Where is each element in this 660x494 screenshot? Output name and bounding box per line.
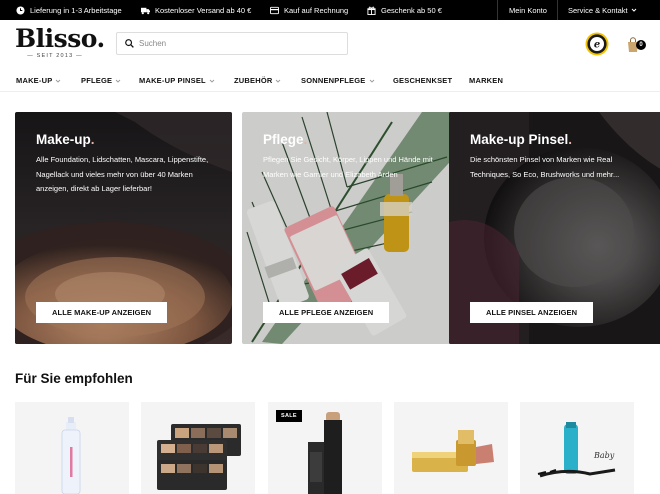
category-description: Alle Foundation, Lidschatten, Mascara, L…: [36, 155, 209, 193]
product-card[interactable]: [141, 402, 255, 494]
nav-item-label: SONNENPFLEGE: [301, 76, 366, 85]
mascara-image: Baby: [537, 422, 616, 478]
category-card-make-up[interactable]: Make-up. Alle Foundation, Lidschatten, M…: [15, 112, 232, 344]
chevron-down-icon: [631, 8, 636, 12]
recommended-heading: Für Sie empfohlen: [15, 371, 133, 386]
truck-icon: [141, 7, 150, 14]
search-input[interactable]: [139, 36, 339, 51]
category-title: Make-up.: [36, 132, 95, 147]
category-title: Make-up Pinsel.: [470, 132, 573, 147]
eyeshadow-palettes-image: [157, 424, 241, 490]
chevron-down-icon: [369, 79, 374, 83]
show-all-pinsel-button[interactable]: ALLE PINSEL ANZEIGEN: [470, 302, 594, 323]
logo-wordmark: Blisso.: [15, 24, 105, 53]
lipstick-image: [412, 430, 494, 472]
show-all-pflege-button[interactable]: ALLE PFLEGE ANZEIGEN: [263, 302, 390, 323]
logo-since: — SEIT 2013 —: [27, 53, 83, 59]
usp-delivery-label: Lieferung in 1-3 Arbeitstage: [30, 5, 122, 15]
usp-shipping: Kostenloser Versand ab 40 €: [141, 0, 251, 20]
category-card-make-up-pinsel[interactable]: Make-up Pinsel. Die schönsten Pinsel von…: [449, 112, 660, 344]
logo[interactable]: Blisso. — SEIT 2013 —: [15, 24, 105, 60]
gift-icon: [367, 6, 376, 15]
category-title: Pflege.: [263, 132, 308, 147]
sale-badge: SALE: [276, 410, 302, 422]
my-account-link[interactable]: Mein Konto: [509, 0, 547, 20]
product-card[interactable]: [15, 402, 129, 494]
nav-item-sonnenpflege[interactable]: SONNENPFLEGE: [301, 70, 375, 91]
usp-gift: Geschenk ab 50 €: [367, 0, 442, 20]
nav-item-label: MAKE-UP: [16, 76, 53, 85]
nav-item-label: MAKE-UP PINSEL: [139, 76, 206, 85]
chevron-down-icon: [276, 79, 281, 83]
topbar-divider: [557, 0, 558, 20]
category-card-pflege[interactable]: Pflege. Pflegen Sie Gesicht, Körper, Lip…: [242, 112, 459, 344]
cart-count-badge: 0: [636, 40, 646, 50]
chevron-down-icon: [209, 79, 215, 83]
svg-text:Baby: Baby: [593, 451, 615, 460]
svg-text:e: e: [594, 40, 600, 51]
nav-item-geschenkset[interactable]: GESCHENKSET: [393, 70, 452, 91]
topbar-divider: [497, 0, 498, 20]
nav-item-zubehoer[interactable]: ZUBEHÖR: [234, 70, 281, 91]
search-icon[interactable]: [125, 39, 134, 48]
product-card[interactable]: SALE: [268, 402, 382, 494]
invoice-icon: [270, 6, 279, 14]
search-bar[interactable]: [116, 32, 348, 55]
nav-item-pflege[interactable]: PFLEGE: [81, 70, 121, 91]
usp-invoice-label: Kauf auf Rechnung: [284, 5, 349, 15]
category-description: Die schönsten Pinsel von Marken wie Real…: [470, 155, 620, 179]
nav-item-label: ZUBEHÖR: [234, 76, 273, 85]
show-all-make-up-button[interactable]: ALLE MAKE-UP ANZEIGEN: [36, 302, 168, 323]
top-bar: Lieferung in 1-3 Arbeitstage Kostenloser…: [0, 0, 660, 20]
usp-shipping-label: Kostenloser Versand ab 40 €: [155, 5, 252, 15]
usp-delivery: Lieferung in 1-3 Arbeitstage: [16, 0, 122, 20]
nav-item-make-up-pinsel[interactable]: MAKE-UP PINSEL: [139, 70, 215, 91]
product-card[interactable]: Baby: [520, 402, 634, 494]
service-contact-label: Service & Kontakt: [568, 5, 628, 15]
spray-bottle-image: [61, 417, 81, 494]
service-contact-menu[interactable]: Service & Kontakt: [568, 0, 637, 20]
nav-item-marken[interactable]: MARKEN: [469, 70, 503, 91]
usp-gift-label: Geschenk ab 50 €: [381, 5, 442, 15]
nav-item-label: PFLEGE: [81, 76, 113, 85]
clock-icon: [16, 5, 25, 15]
my-account-label: Mein Konto: [509, 5, 547, 15]
nav-item-label: MARKEN: [469, 76, 504, 85]
product-card[interactable]: [394, 402, 508, 494]
trusted-shops-badge-icon[interactable]: e: [585, 32, 609, 56]
chevron-down-icon: [56, 79, 61, 83]
main-navigation: MAKE-UP PFLEGE MAKE-UP PINSEL ZUBEHÖR SO…: [0, 70, 660, 92]
usp-invoice: Kauf auf Rechnung: [270, 0, 348, 20]
nav-item-label: GESCHENKSET: [393, 76, 453, 85]
category-description: Pflegen Sie Gesicht, Körper, Lippen und …: [263, 155, 433, 179]
nav-item-make-up[interactable]: MAKE-UP: [16, 70, 61, 91]
chevron-down-icon: [115, 79, 121, 83]
